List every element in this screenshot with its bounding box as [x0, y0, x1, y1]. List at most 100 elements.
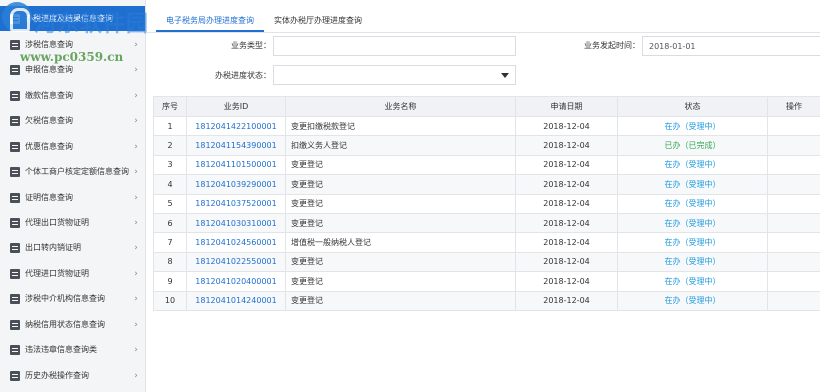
status-select[interactable] [273, 65, 516, 85]
cell-business-id-link[interactable]: 1812041014240001 [186, 290, 286, 311]
header-business-name: 业务名称 [285, 96, 516, 117]
start-time-label: 业务发起时间： [584, 41, 640, 50]
chevron-right-icon: › [134, 64, 138, 75]
cell-business-id-link[interactable]: 1812041030310001 [186, 212, 286, 234]
cell-business-id-link[interactable]: 1812041422100001 [186, 115, 286, 137]
sidebar-item-domestic-sale-certificate[interactable]: 出口转内销证明 › [0, 235, 145, 260]
chevron-right-icon: › [134, 115, 138, 126]
sidebar-item-label: 优惠信息查询 [25, 142, 73, 151]
sidebar-item-discount-query[interactable]: 优惠信息查询 › [0, 134, 145, 159]
header-apply-date: 申请日期 [515, 96, 618, 117]
sidebar-item-agency-query[interactable]: 涉税中介机构信息查询 › [0, 286, 145, 311]
sidebar-item-label: 申报信息查询 [25, 65, 73, 74]
certificate-icon [10, 192, 20, 203]
cell-action [767, 193, 820, 214]
violation-icon [10, 344, 20, 355]
export-icon [10, 217, 20, 228]
payment-icon [10, 90, 20, 101]
cell-business-id-link[interactable]: 1812041101500001 [186, 154, 286, 176]
cell-status: 在办（受理中） [617, 212, 768, 234]
header-status: 状态 [617, 96, 768, 117]
table-row: 10 1812041014240001 变更登记 2018-12-04 在办（受… [153, 290, 820, 311]
cell-status: 在办（受理中） [617, 251, 768, 273]
chevron-right-icon: › [134, 192, 138, 203]
cell-apply-date: 2018-12-04 [515, 154, 618, 176]
sidebar-item-label: 欠税信息查询 [25, 116, 73, 125]
cell-index: 6 [153, 212, 187, 234]
sidebar-item-export-certificate[interactable]: 代理出口货物证明 › [0, 210, 145, 235]
cell-index: 1 [153, 115, 187, 137]
cell-business-name: 增值税一般纳税人登记 [285, 232, 516, 253]
sidebar-item-payment-query[interactable]: 缴款信息查询 › [0, 83, 145, 108]
history-icon [10, 370, 20, 381]
cell-business-id-link[interactable]: 1812041024560001 [186, 232, 286, 253]
sidebar-item-business-quota-query[interactable]: 个体工商户核定定额信息查询 › [0, 159, 145, 184]
cell-apply-date: 2018-12-04 [515, 193, 618, 214]
start-time-input[interactable]: 2018-01-01 [642, 36, 820, 56]
sidebar-item-label: 证明信息查询 [25, 193, 73, 202]
header-index: 序号 [153, 96, 187, 117]
chevron-right-icon: › [134, 90, 138, 101]
sidebar-item-violation-query[interactable]: 违法违章信息查询类 › [0, 337, 145, 362]
cell-business-name: 变更登记 [285, 290, 516, 311]
cell-action [767, 174, 820, 195]
domestic-sale-icon [10, 242, 20, 253]
chevron-right-icon: › [134, 370, 138, 381]
progress-table: 序号 业务ID 业务名称 申请日期 状态 操作 1 18120414221000… [153, 96, 820, 311]
cell-apply-date: 2018-12-04 [515, 174, 618, 195]
chevron-right-icon: › [134, 268, 138, 279]
tab-hall-progress[interactable]: 实体办税厅办理进度查询 [264, 12, 372, 32]
sidebar-item-certificate-query[interactable]: 证明信息查询 › [0, 185, 145, 210]
tab-bar: 电子税务局办理进度查询 实体办税厅办理进度查询 [156, 12, 372, 32]
chevron-right-icon: › [134, 242, 138, 253]
business-icon [10, 166, 20, 177]
import-icon [10, 268, 20, 279]
business-type-input[interactable] [273, 36, 516, 56]
cell-business-name: 变更登记 [285, 154, 516, 176]
table-row: 4 1812041039290001 变更登记 2018-12-04 在办（受理… [153, 174, 820, 195]
chevron-right-icon: › [134, 141, 138, 152]
cell-status: 在办（受理中） [617, 232, 768, 253]
cell-business-id-link[interactable]: 1812041154390001 [186, 135, 286, 156]
cell-apply-date: 2018-12-04 [515, 271, 618, 292]
declare-icon [10, 64, 20, 75]
cell-index: 5 [153, 193, 187, 214]
sidebar-item-label: 缴款信息查询 [25, 91, 73, 100]
cell-apply-date: 2018-12-04 [515, 115, 618, 137]
cell-apply-date: 2018-12-04 [515, 251, 618, 273]
cell-index: 2 [153, 135, 187, 156]
sidebar-item-label: 涉税中介机构信息查询 [25, 294, 105, 303]
cell-business-name: 变更登记 [285, 271, 516, 292]
table-row: 7 1812041024560001 增值税一般纳税人登记 2018-12-04… [153, 232, 820, 253]
chevron-right-icon: › [134, 344, 138, 355]
cell-status: 在办（受理中） [617, 174, 768, 195]
sidebar-item-label: 出口转内销证明 [25, 243, 81, 252]
table-header-row: 序号 业务ID 业务名称 申请日期 状态 操作 [153, 96, 820, 117]
sidebar-item-credit-query[interactable]: 纳税信用状态信息查询 › [0, 312, 145, 337]
cell-status: 在办（受理中） [617, 193, 768, 214]
sidebar-item-label: 代理进口货物证明 [25, 269, 89, 278]
cell-business-id-link[interactable]: 1812041020400001 [186, 271, 286, 292]
cell-business-id-link[interactable]: 1812041039290001 [186, 174, 286, 195]
sidebar-item-label: 历史办税操作查询 [25, 371, 89, 380]
cell-action [767, 212, 820, 234]
cell-business-name: 变更登记 [285, 251, 516, 273]
cell-index: 8 [153, 251, 187, 273]
business-type-label: 业务类型： [231, 41, 271, 50]
cell-status: 在办（受理中） [617, 271, 768, 292]
sidebar-item-history-query[interactable]: 历史办税操作查询 › [0, 363, 145, 388]
cell-business-name: 变更登记 [285, 174, 516, 195]
cell-business-id-link[interactable]: 1812041037520001 [186, 193, 286, 214]
cell-index: 3 [153, 154, 187, 176]
sidebar-item-arrears-query[interactable]: 欠税信息查询 › [0, 108, 145, 133]
cell-apply-date: 2018-12-04 [515, 212, 618, 234]
sidebar-item-import-certificate[interactable]: 代理进口货物证明 › [0, 261, 145, 286]
cell-status: 在办（受理中） [617, 290, 768, 311]
cell-business-name: 变更登记 [285, 212, 516, 234]
discount-icon [10, 141, 20, 152]
cell-apply-date: 2018-12-04 [515, 290, 618, 311]
tab-online-progress[interactable]: 电子税务局办理进度查询 [156, 12, 264, 32]
cell-action [767, 290, 820, 311]
cell-business-id-link[interactable]: 1812041022550001 [186, 251, 286, 273]
watermark-title: 河东软件园 [34, 12, 150, 37]
